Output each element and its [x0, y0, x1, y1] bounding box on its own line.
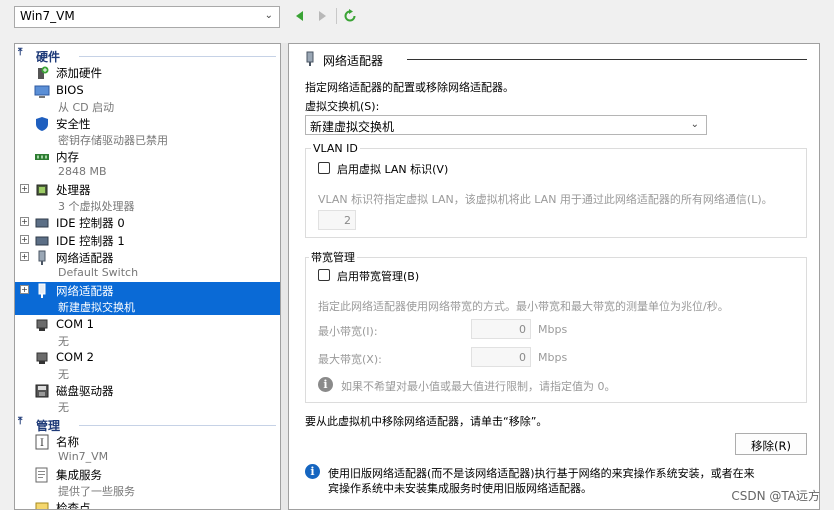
chevron-down-icon: ⌄	[264, 10, 273, 21]
tree-item-integration-services[interactable]: 集成服务 提供了一些服务	[15, 466, 280, 498]
integration-services-icon	[35, 467, 48, 483]
max-bandwidth-input[interactable]: 0	[471, 347, 531, 367]
name-icon: I	[35, 434, 49, 450]
expand-icon[interactable]: +	[20, 285, 29, 294]
panel-description: 指定网络适配器的配置或移除网络适配器。	[305, 81, 514, 94]
vlan-id-input[interactable]: 2	[318, 210, 356, 230]
tree-item-checkpoints[interactable]: 检查点	[15, 499, 280, 509]
panel-title: 网络适配器	[323, 54, 384, 68]
bandwidth-enable-checkbox[interactable]	[318, 269, 330, 281]
min-bandwidth-unit: Mbps	[538, 323, 568, 336]
vlan-enable-label: 启用虚拟 LAN 标识(V)	[337, 163, 449, 176]
expand-icon[interactable]: +	[20, 235, 29, 244]
chevron-down-icon: ⌄	[690, 119, 699, 130]
vlan-enable-checkbox[interactable]	[318, 162, 330, 174]
add-hardware-icon	[38, 66, 49, 79]
section-management[interactable]: ⤒ 管理	[15, 416, 280, 433]
bios-icon	[34, 85, 50, 98]
disk-drive-icon	[35, 384, 49, 398]
com-port-icon	[36, 352, 48, 364]
forward-arrow-icon[interactable]	[315, 9, 329, 23]
tree-item-ide-1[interactable]: + IDE 控制器 1	[15, 232, 280, 249]
tree-item-memory[interactable]: 内存 2848 MB	[15, 148, 280, 180]
tree-item-network-adapter-default[interactable]: + 网络适配器 Default Switch	[15, 249, 280, 281]
tree-item-processor[interactable]: + 处理器 3 个虚拟处理器	[15, 181, 280, 213]
tree-item-disk-drive[interactable]: 磁盘驱动器 无	[15, 382, 280, 414]
expand-icon[interactable]: +	[20, 184, 29, 193]
network-adapter-icon	[306, 51, 314, 66]
bandwidth-enable-label: 启用带宽管理(B)	[337, 270, 420, 283]
section-hardware[interactable]: ⤒ 硬件	[15, 47, 280, 64]
bandwidth-note: 如果不希望对最小值或最大值进行限制，请指定值为 0。	[341, 380, 616, 393]
expand-icon[interactable]: +	[20, 252, 29, 261]
toolbar-divider	[336, 8, 337, 24]
collapse-icon: ⤒	[18, 47, 23, 58]
max-bandwidth-label: 最大带宽(X):	[318, 353, 382, 366]
ide-controller-icon	[35, 236, 49, 246]
com-port-icon	[36, 319, 48, 331]
svg-text:I: I	[40, 438, 44, 449]
tree-item-add-hardware[interactable]: 添加硬件	[15, 64, 280, 81]
collapse-icon: ⤒	[18, 416, 23, 427]
shield-icon	[36, 117, 48, 131]
tree-item-name[interactable]: I 名称 Win7_VM	[15, 433, 280, 465]
info-icon: i	[318, 377, 333, 392]
watermark-text: CSDN @TA远方	[731, 489, 820, 503]
processor-icon	[36, 184, 48, 196]
panel-header: 网络适配器	[303, 50, 807, 68]
remove-instruction: 要从此虚拟机中移除网络适配器，请单击“移除”。	[305, 415, 548, 428]
expand-icon[interactable]: +	[20, 217, 29, 226]
tree-item-bios[interactable]: BIOS 从 CD 启动	[15, 82, 280, 114]
vlan-legend: VLAN ID	[311, 142, 360, 155]
legacy-adapter-info-line1: 使用旧版网络适配器(而不是该网络适配器)执行基于网络的来宾操作系统安装，或者在来	[328, 467, 755, 480]
vlan-help-text: VLAN 标识符指定虚拟 LAN，该虚拟机将此 LAN 用于通过此网络适配器的所…	[318, 193, 773, 206]
network-adapter-icon	[38, 283, 46, 298]
max-bandwidth-unit: Mbps	[538, 351, 568, 364]
virtual-switch-value: 新建虚拟交换机	[310, 120, 395, 134]
legacy-adapter-info-line2: 宾操作系统中未安装集成服务时使用旧版网络适配器。	[328, 482, 592, 495]
bandwidth-legend: 带宽管理	[309, 249, 357, 265]
min-bandwidth-input[interactable]: 0	[471, 319, 531, 339]
virtual-switch-label: 虚拟交换机(S):	[305, 100, 380, 113]
tree-item-network-adapter-selected[interactable]: + 网络适配器 新建虚拟交换机	[15, 282, 280, 315]
bandwidth-help-text: 指定此网络适配器使用网络带宽的方式。最小带宽和最大带宽的测量单位为兆位/秒。	[318, 300, 729, 313]
network-adapter-icon	[38, 250, 46, 265]
settings-panel: 网络适配器 指定网络适配器的配置或移除网络适配器。 虚拟交换机(S): 新建虚拟…	[288, 43, 820, 510]
min-bandwidth-label: 最小带宽(I):	[318, 325, 378, 338]
back-arrow-icon[interactable]	[293, 9, 307, 23]
ide-controller-icon	[35, 218, 49, 228]
vm-selector-dropdown[interactable]: Win7_VM ⌄	[14, 6, 280, 28]
info-icon: i	[305, 464, 320, 479]
remove-button[interactable]: 移除(R)	[735, 433, 807, 455]
virtual-switch-dropdown[interactable]: 新建虚拟交换机 ⌄	[305, 115, 707, 135]
tree-item-ide-0[interactable]: + IDE 控制器 0	[15, 214, 280, 231]
vm-selector-value: Win7_VM	[20, 9, 75, 23]
memory-icon	[35, 154, 49, 160]
panel-splitter[interactable]	[281, 43, 288, 510]
refresh-icon[interactable]	[343, 9, 357, 23]
checkpoint-icon	[35, 502, 49, 509]
settings-tree: ⤒ 硬件 添加硬件 BIOS 从 CD 启动 安全性 密钥存储驱动器已禁用 内存…	[14, 43, 281, 510]
tree-item-com2[interactable]: COM 2 无	[15, 349, 280, 381]
tree-item-com1[interactable]: COM 1 无	[15, 316, 280, 348]
tree-item-security[interactable]: 安全性 密钥存储驱动器已禁用	[15, 115, 280, 147]
